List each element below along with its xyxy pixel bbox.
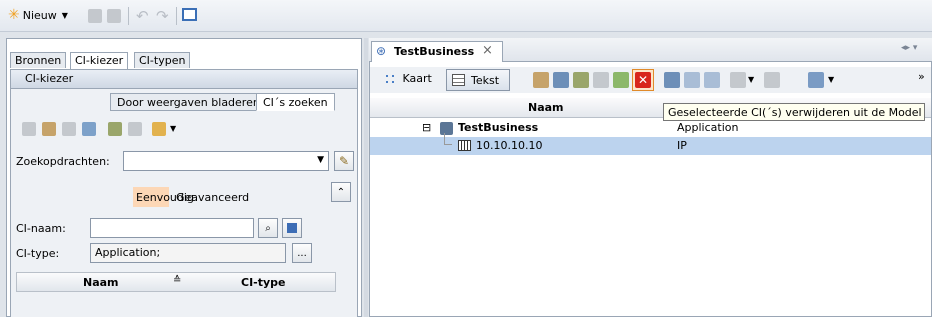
delete-from-model-button[interactable]: ✕ [632, 69, 654, 91]
chevron-down-icon[interactable]: ▼ [828, 75, 834, 84]
text-view-label: Tekst [471, 74, 500, 87]
chevron-down-icon[interactable]: ▼ [62, 11, 68, 20]
new-ci-icon[interactable] [152, 122, 166, 136]
column-ci-type[interactable]: CI-type [241, 276, 286, 289]
chevron-down-icon[interactable]: ▼ [748, 75, 754, 84]
search-button[interactable]: ⌕ [258, 218, 278, 238]
tab-scroll-icon[interactable]: ◂▸ ▾ [901, 43, 917, 53]
filter-icon[interactable] [764, 72, 780, 88]
table-row[interactable]: ⊟ TestBusiness Application [370, 119, 931, 137]
overflow-icon[interactable]: » [918, 70, 925, 83]
arrow-right-icon[interactable] [22, 122, 36, 136]
window-icon[interactable] [182, 8, 197, 21]
model-tab-bar: ⊛ TestBusiness × ◂▸ ▾ [369, 38, 932, 62]
map-view-button[interactable]: Kaart [384, 72, 432, 85]
properties-icon[interactable] [533, 72, 549, 88]
tab-testbusiness[interactable]: ⊛ TestBusiness × [371, 41, 503, 62]
subtab-browse-views[interactable]: Door weergaven bladeren [110, 93, 267, 111]
cube-icon[interactable] [553, 72, 569, 88]
chevron-down-icon[interactable]: ▼ [170, 124, 176, 133]
ci-type-field[interactable]: Application; [90, 243, 286, 263]
add-ci-icon[interactable] [573, 72, 589, 88]
browse-ci-types-button[interactable]: ... [292, 243, 312, 263]
collapse-icon[interactable]: ⊟ [422, 121, 431, 134]
add-related-icon[interactable] [613, 72, 629, 88]
column-name[interactable]: Naam [83, 276, 119, 289]
tab-ci-typen[interactable]: CI-typen [134, 52, 191, 68]
panel-title: CI-kiezer [25, 72, 74, 85]
tab-ci-kiezer[interactable]: CI-kiezer [70, 52, 129, 69]
redo-icon[interactable]: ↷ [156, 7, 169, 25]
double-chevron-up-icon: ⌃ [336, 186, 346, 198]
ci-name: TestBusiness [458, 121, 539, 134]
collapse-button[interactable]: ⌃ [331, 182, 351, 202]
new-button[interactable]: ✳ Nieuw ▼ [8, 8, 68, 22]
delete-icon: ✕ [635, 72, 651, 88]
save-all-icon[interactable] [107, 9, 121, 23]
text-view-button[interactable]: Tekst [446, 69, 510, 91]
model-icon: ⊛ [376, 44, 387, 58]
save-icon [287, 223, 297, 233]
save-icon[interactable] [88, 9, 102, 23]
new-label: Nieuw [22, 8, 57, 22]
splitter[interactable] [364, 38, 368, 317]
star-icon: ✳ [8, 7, 20, 23]
export-icon[interactable] [808, 72, 824, 88]
grid-icon [452, 74, 465, 86]
edit-icon: ✎ [338, 154, 350, 168]
close-icon[interactable]: × [482, 43, 493, 58]
tab-advanced[interactable]: Geavanceerd [176, 191, 249, 204]
column-name[interactable]: Naam [528, 101, 564, 114]
layout-icon[interactable] [704, 72, 720, 88]
map-view-label: Kaart [402, 72, 432, 85]
ip-address-icon [458, 140, 471, 151]
subtab-search-cis[interactable]: CI´s zoeken [256, 93, 335, 111]
save-search-button[interactable] [282, 218, 302, 238]
find-icon[interactable] [730, 72, 746, 88]
map-icon [384, 73, 396, 85]
panel-header: CI-kiezer [10, 69, 358, 89]
remove-icon[interactable] [128, 122, 142, 136]
ci-properties-icon[interactable] [42, 122, 56, 136]
tab-title: TestBusiness [394, 45, 475, 58]
toolbar-separator [176, 7, 177, 25]
table-row[interactable]: 10.10.10.10 IP [370, 133, 931, 155]
search-icon: ⌕ [265, 222, 271, 234]
ci-type-label: CI-type: [16, 247, 60, 260]
ci-name-input[interactable] [90, 218, 254, 238]
search-toolbar: ▼ [16, 117, 352, 141]
ci-type: Application [677, 121, 739, 134]
cube-icon[interactable] [82, 122, 96, 136]
toolbar-separator [128, 7, 129, 25]
ci-type: IP [677, 139, 687, 152]
undo-icon[interactable]: ↶ [136, 7, 149, 25]
hierarchy-icon[interactable] [684, 72, 700, 88]
related-icon[interactable] [664, 72, 680, 88]
link-icon[interactable] [62, 122, 76, 136]
add-to-model-icon[interactable] [108, 122, 122, 136]
link-icon[interactable] [593, 72, 609, 88]
ci-name-label: CI-naam: [16, 222, 66, 235]
manage-queries-button[interactable]: ✎ [334, 151, 354, 171]
top-toolbar: ✳ Nieuw ▼ ↶ ↷ [0, 0, 932, 32]
tree-line [444, 133, 452, 145]
queries-label: Zoekopdrachten: [16, 155, 110, 168]
tab-bronnen[interactable]: Bronnen [10, 52, 67, 68]
results-table-header: Naam ≙ CI-type [16, 272, 336, 292]
chevron-down-icon[interactable]: ▼ [317, 155, 324, 165]
sort-icon[interactable]: ≙ [173, 275, 181, 286]
queries-select[interactable]: ▼ [123, 151, 329, 171]
ci-name: 10.10.10.10 [476, 139, 543, 152]
